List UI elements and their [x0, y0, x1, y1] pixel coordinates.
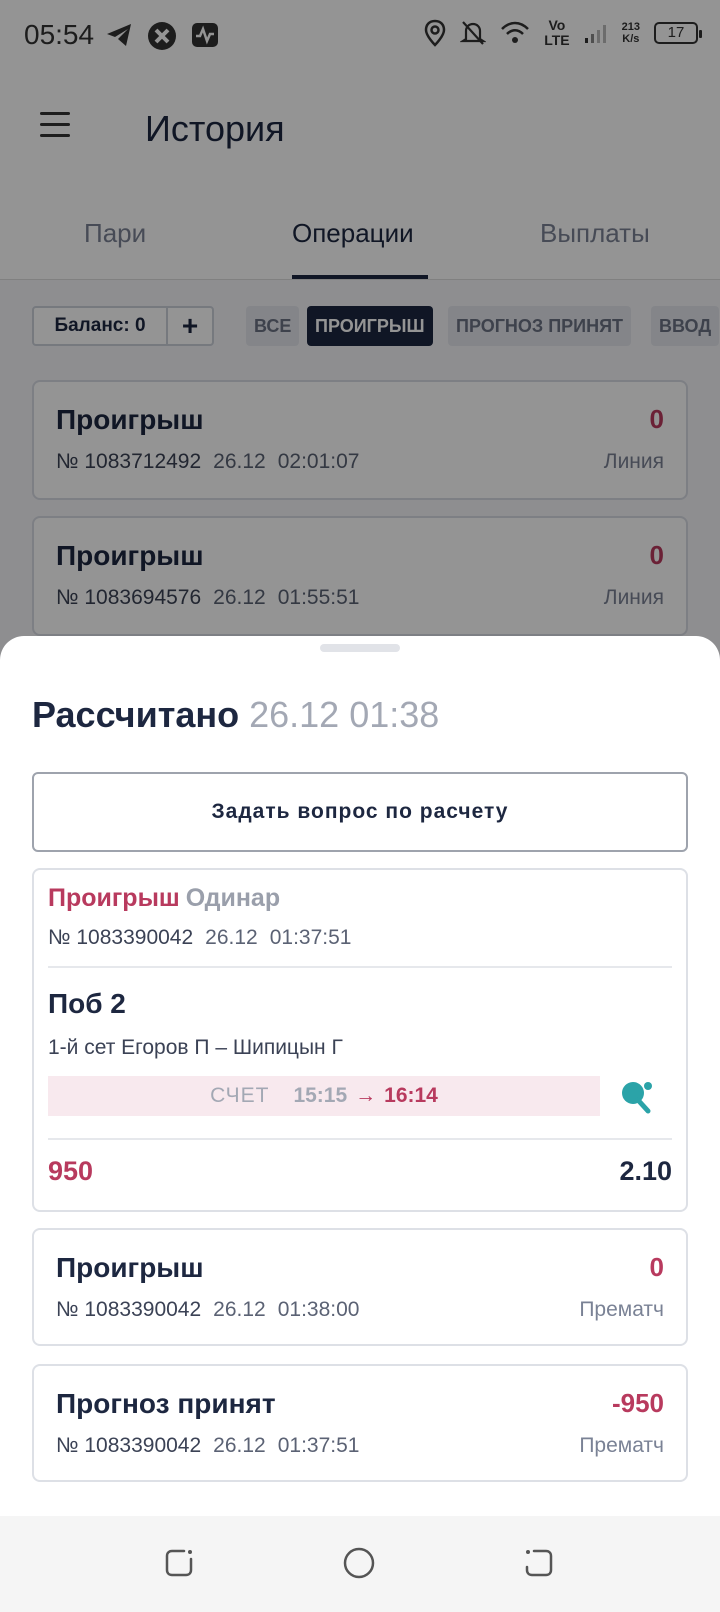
- bet-number: № 1083390042: [48, 926, 194, 949]
- system-nav-bar: [0, 1516, 720, 1612]
- bet-header: Проигрыш Одинар: [48, 884, 280, 913]
- recents-icon[interactable]: [162, 1546, 196, 1580]
- bet-event: 1-й сет Егоров П – Шипицын Г: [48, 1036, 343, 1059]
- score-label: СЧЕТ: [210, 1084, 270, 1107]
- back-icon[interactable]: [522, 1546, 556, 1580]
- operation-title: Прогноз принят: [56, 1388, 276, 1419]
- operation-type: Прематч: [579, 1434, 664, 1457]
- sheet-drag-handle[interactable]: [320, 644, 400, 652]
- score-bar: СЧЕТ 15:15 → 16:14: [48, 1076, 600, 1116]
- operation-amount: -950: [611, 1388, 664, 1418]
- operation-card[interactable]: Проигрыш 0 № 1083390042 26.12 01:38:00 Пре…: [32, 1228, 688, 1346]
- operation-type: Прематч: [579, 1298, 664, 1321]
- bet-time: 01:37:51: [269, 926, 352, 949]
- operation-time: 01:37:51: [277, 1434, 360, 1457]
- bet-card: Проигрыш Одинар № 1083390042 26.12 01:37:51…: [32, 868, 688, 1212]
- bet-outcome: Поб 2: [48, 988, 126, 1019]
- sheet-title: Рассчитано 26.12 01:38: [32, 694, 439, 736]
- sheet-title-datetime: 26.12 01:38: [249, 694, 440, 735]
- bet-coefficient: 2.10: [619, 1156, 672, 1186]
- sheet-title-status: Рассчитано: [32, 694, 240, 735]
- operation-date: 26.12: [213, 1434, 266, 1457]
- operation-meta: № 1083390042 26.12 01:37:51: [56, 1434, 359, 1458]
- ask-question-button[interactable]: Задать вопрос по расчету: [32, 772, 688, 852]
- score-from: 15:15: [293, 1084, 348, 1107]
- bet-status: Проигрыш: [48, 884, 180, 912]
- score-to: 16:14: [384, 1084, 438, 1107]
- operation-meta: № 1083390042 26.12 01:38:00: [56, 1298, 359, 1322]
- bet-kind: Одинар: [185, 884, 281, 912]
- score-arrow: →: [355, 1084, 377, 1107]
- divider: [48, 1138, 672, 1140]
- bottom-sheet: Рассчитано 26.12 01:38 Задать вопрос по …: [0, 636, 720, 1516]
- home-icon[interactable]: [342, 1546, 376, 1580]
- table-tennis-icon: [622, 1082, 652, 1114]
- bet-date: 26.12: [205, 926, 258, 949]
- bet-meta: № 1083390042 26.12 01:37:51: [48, 926, 351, 950]
- bet-stake: 950: [48, 1156, 94, 1186]
- operation-number: № 1083390042: [56, 1298, 202, 1321]
- operation-card[interactable]: Прогноз принят -950 № 1083390042 26.12 01:…: [32, 1364, 688, 1482]
- operation-number: № 1083390042: [56, 1434, 202, 1457]
- divider: [48, 966, 672, 968]
- operation-amount: 0: [649, 1252, 664, 1282]
- operation-date: 26.12: [213, 1298, 266, 1321]
- operation-title: Проигрыш: [56, 1252, 204, 1283]
- operation-time: 01:38:00: [277, 1298, 360, 1321]
